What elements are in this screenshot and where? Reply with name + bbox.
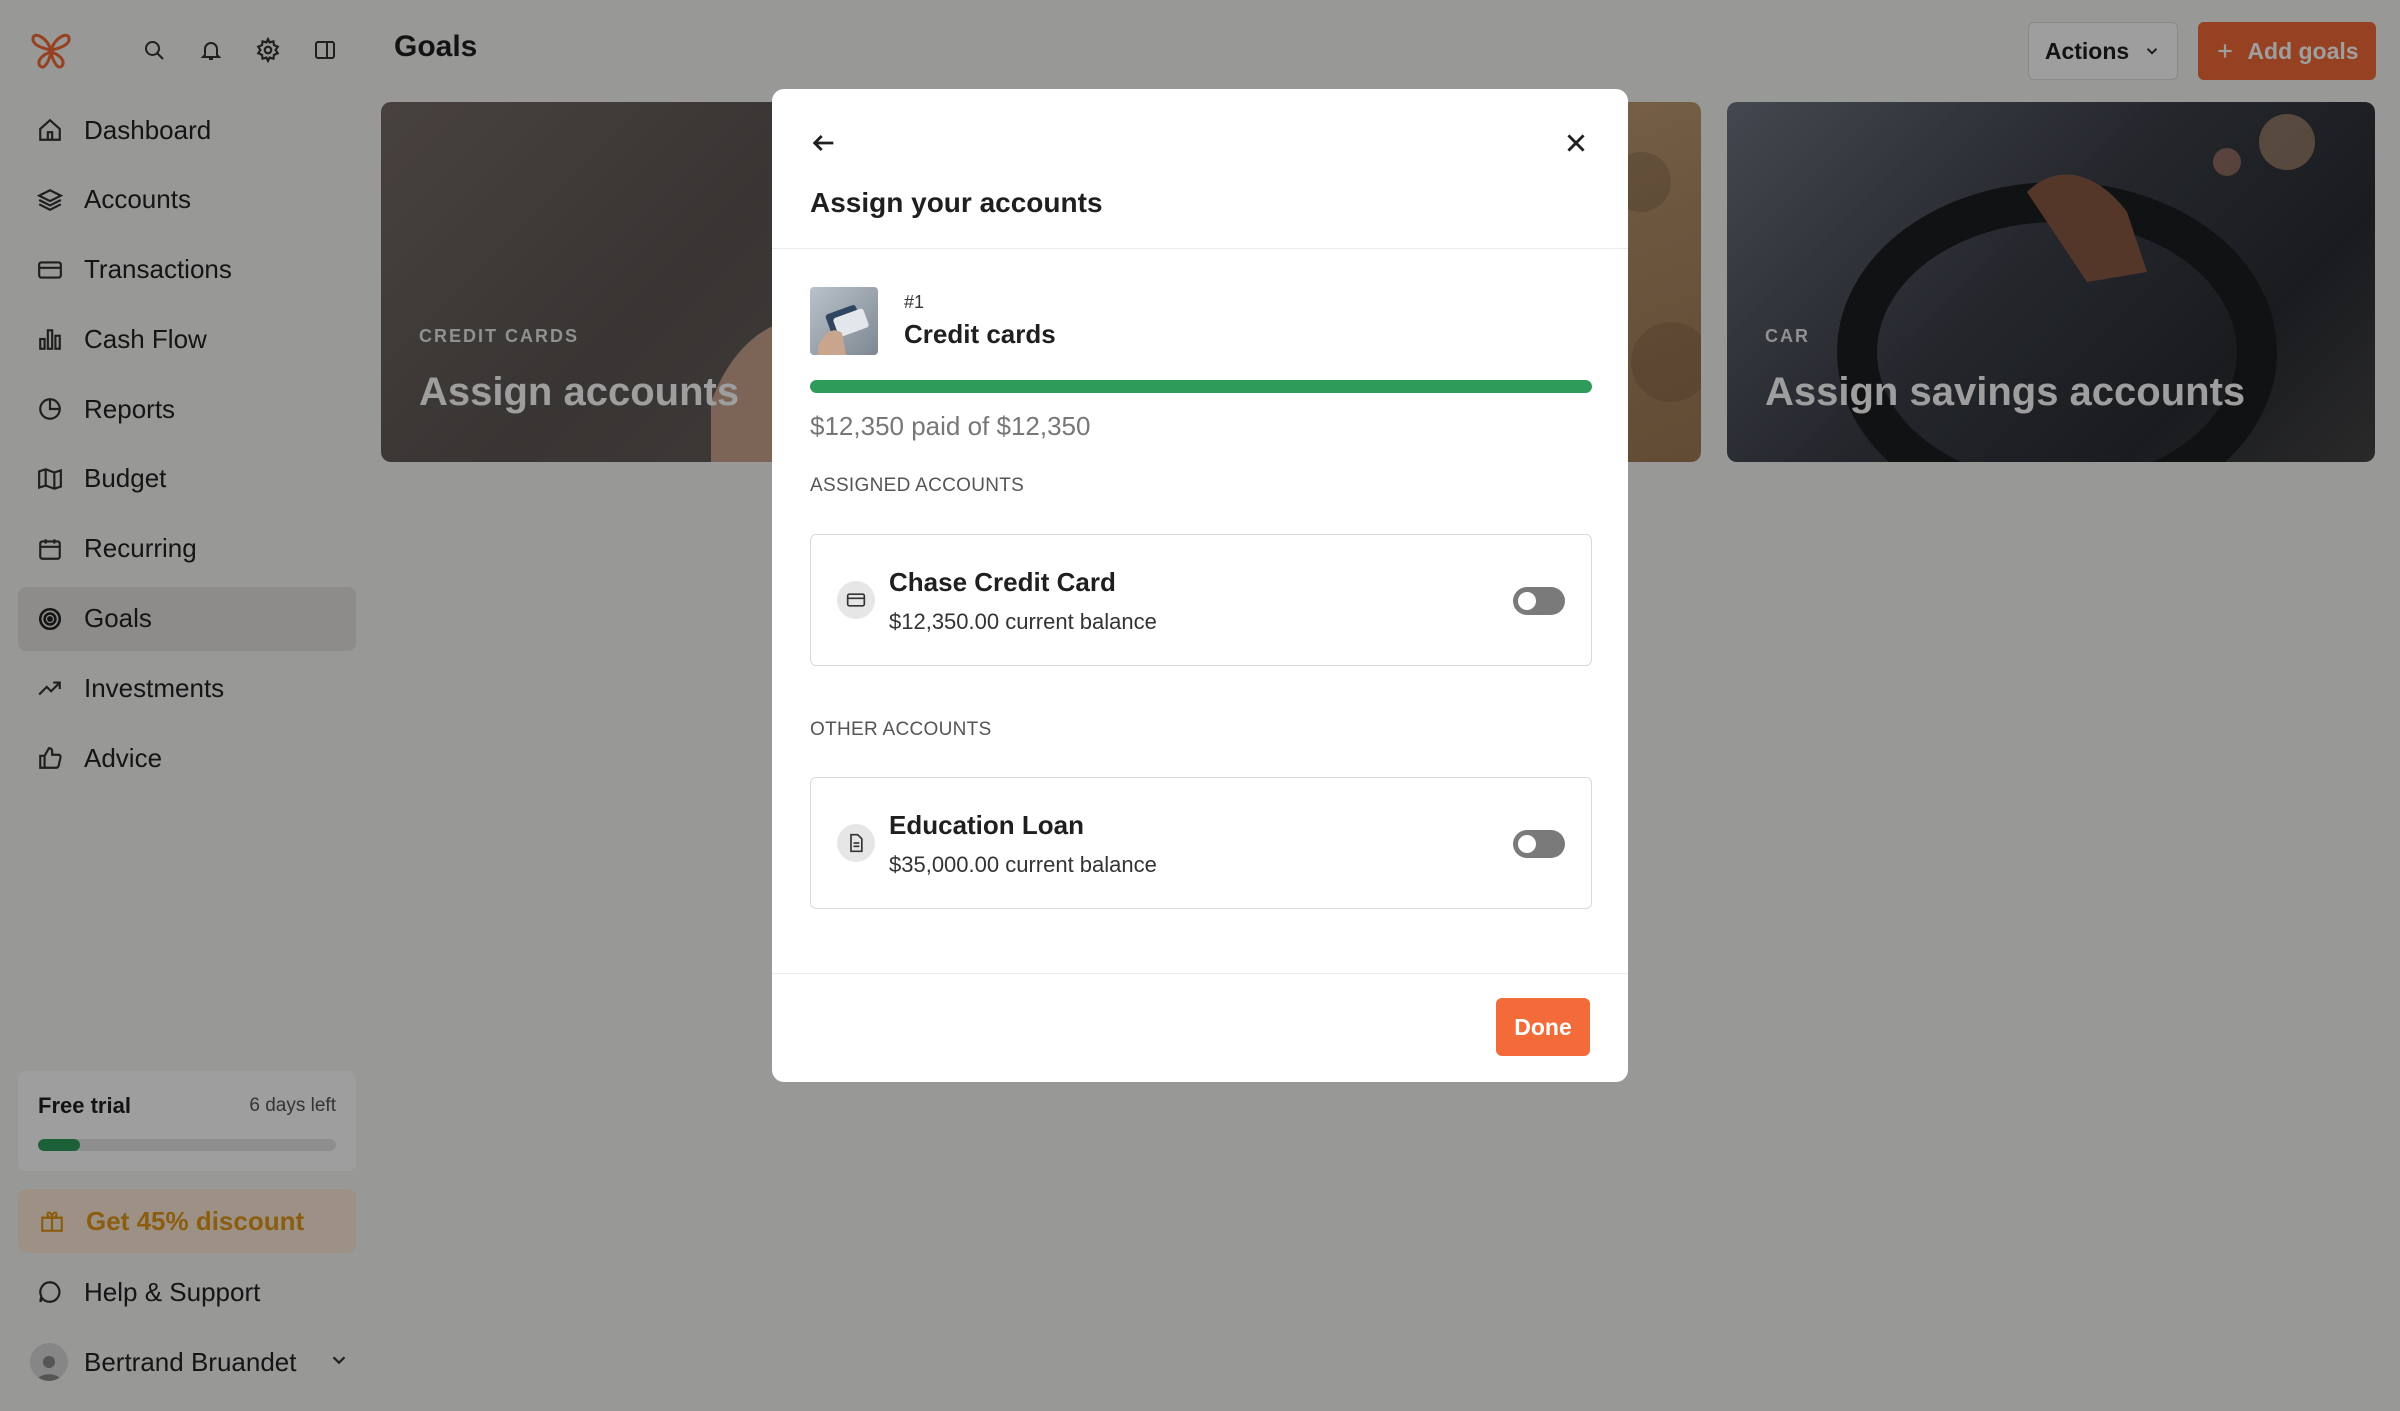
assigned-accounts-heading: ASSIGNED ACCOUNTS <box>810 475 1025 496</box>
modal-header: Assign your accounts <box>772 89 1628 249</box>
account-balance: $35,000.00 current balance <box>889 852 1157 877</box>
modal-title: Assign your accounts <box>810 187 1103 218</box>
close-icon[interactable] <box>1558 125 1594 161</box>
modal-footer: Done <box>772 973 1628 1082</box>
account-row-education-loan[interactable]: Education Loan $35,000.00 current balanc… <box>810 777 1592 909</box>
goal-paid-text: $12,350 paid of $12,350 <box>810 411 1091 441</box>
assign-accounts-modal: Assign your accounts #1 Credit cards $12… <box>772 89 1628 1082</box>
account-balance: $12,350.00 current balance <box>889 609 1157 634</box>
goal-progress-fill <box>810 380 1592 393</box>
assign-toggle[interactable] <box>1513 830 1565 858</box>
credit-card-icon <box>837 581 875 619</box>
goal-name: Credit cards <box>904 319 1056 349</box>
goal-thumbnail <box>810 287 878 355</box>
other-accounts-heading: OTHER ACCOUNTS <box>810 719 992 740</box>
goal-summary: #1 Credit cards <box>810 287 1056 355</box>
goal-progress-bar <box>810 380 1592 393</box>
back-arrow-icon[interactable] <box>806 125 842 161</box>
goal-number: #1 <box>904 292 925 312</box>
account-name: Education Loan <box>889 810 1084 840</box>
assign-toggle[interactable] <box>1513 587 1565 615</box>
done-button[interactable]: Done <box>1496 998 1590 1056</box>
account-name: Chase Credit Card <box>889 567 1116 597</box>
account-row-chase[interactable]: Chase Credit Card $12,350.00 current bal… <box>810 534 1592 666</box>
document-icon <box>837 824 875 862</box>
